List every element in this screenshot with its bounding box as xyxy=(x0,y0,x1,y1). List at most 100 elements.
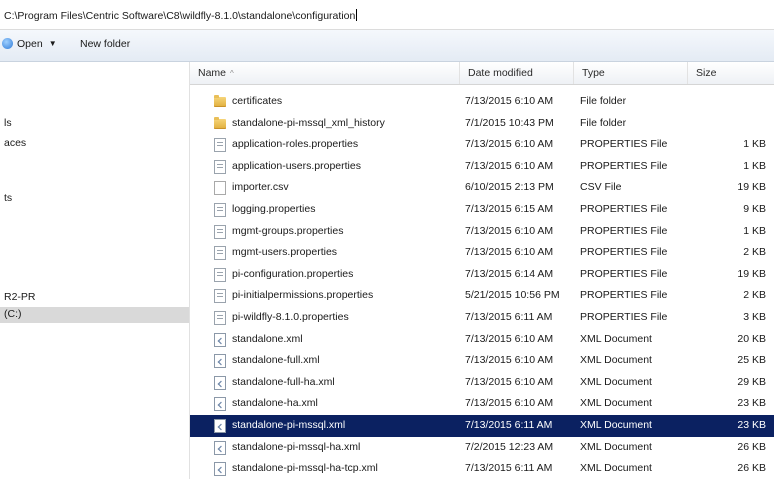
file-row[interactable]: mgmt-groups.properties 7/13/2015 6:10 AM P… xyxy=(190,221,774,243)
file-type: PROPERTIES File xyxy=(580,310,668,323)
file-date-modified: 7/13/2015 6:10 AM xyxy=(465,159,554,172)
sort-up-icon: ^ xyxy=(230,69,234,78)
file-size: 26 KB xyxy=(737,440,766,453)
file-size: 1 KB xyxy=(743,224,766,237)
file-name: standalone-ha.xml xyxy=(232,397,318,410)
file-name: standalone-pi-mssql.xml xyxy=(232,418,346,431)
chevron-down-icon[interactable]: ▼ xyxy=(49,39,57,48)
open-button[interactable]: Open ▼ xyxy=(2,38,57,50)
file-row[interactable]: standalone-pi-mssql-ha-tcp.xml 7/13/2015 … xyxy=(190,458,774,480)
file-name: mgmt-groups.properties xyxy=(232,224,344,237)
file-date-modified: 5/21/2015 10:56 PM xyxy=(465,289,560,302)
file-date-modified: 7/13/2015 6:11 AM xyxy=(465,418,553,431)
file-type: XML Document xyxy=(580,354,652,367)
nav-item-1[interactable]: ls xyxy=(4,117,12,129)
nav-item-4[interactable]: R2-PR xyxy=(4,291,36,303)
file-rows: certificates 7/13/2015 6:10 AM File folder… xyxy=(190,91,774,480)
file-date-modified: 6/10/2015 2:13 PM xyxy=(465,181,554,194)
file-row[interactable]: application-roles.properties 7/13/2015 6:… xyxy=(190,134,774,156)
column-header-type[interactable]: Type xyxy=(574,62,688,84)
file-name: standalone-full.xml xyxy=(232,354,320,367)
file-row[interactable]: logging.properties 7/13/2015 6:15 AM PROPE… xyxy=(190,199,774,221)
file-size: 25 KB xyxy=(737,354,766,367)
file-size: 19 KB xyxy=(737,181,766,194)
file-date-modified: 7/13/2015 6:15 AM xyxy=(465,202,554,215)
file-size: 9 KB xyxy=(743,202,766,215)
navigation-pane: ls aces ts R2-PR (C:) xyxy=(0,62,190,479)
file-name: application-users.properties xyxy=(232,159,361,172)
address-bar[interactable]: C:\Program Files\Centric Software\C8\wil… xyxy=(0,0,774,30)
address-path[interactable]: C:\Program Files\Centric Software\C8\wil… xyxy=(4,9,358,22)
file-name: pi-configuration.properties xyxy=(232,267,354,280)
file-date-modified: 7/13/2015 6:10 AM xyxy=(465,397,554,410)
file-date-modified: 7/13/2015 6:10 AM xyxy=(465,138,554,151)
nav-item-2[interactable]: aces xyxy=(4,137,26,149)
xml-file-icon xyxy=(214,462,226,477)
file-row[interactable]: pi-initialpermissions.properties 5/21/201… xyxy=(190,285,774,307)
column-header-name[interactable]: Name ^ xyxy=(190,62,460,84)
properties-file-icon xyxy=(214,202,226,217)
file-name: pi-initialpermissions.properties xyxy=(232,289,374,302)
file-name: mgmt-users.properties xyxy=(232,246,338,259)
xml-file-icon xyxy=(214,418,226,433)
file-type: PROPERTIES File xyxy=(580,267,668,280)
file-date-modified: 7/13/2015 6:10 AM xyxy=(465,95,554,107)
nav-item-3[interactable]: ts xyxy=(4,192,12,204)
file-date-modified: 7/13/2015 6:11 AM xyxy=(465,310,553,323)
file-type: File folder xyxy=(580,95,627,107)
new-folder-button[interactable]: New folder xyxy=(80,38,130,50)
properties-file-icon xyxy=(214,138,226,153)
file-row[interactable]: standalone-full.xml 7/13/2015 6:10 AM XML … xyxy=(190,350,774,372)
folder-icon xyxy=(214,95,226,107)
file-type: File folder xyxy=(580,116,627,129)
file-date-modified: 7/13/2015 6:10 AM xyxy=(465,224,554,237)
file-size: 23 KB xyxy=(737,397,766,410)
file-size: 19 KB xyxy=(737,267,766,280)
text-caret xyxy=(356,9,358,21)
open-icon xyxy=(2,38,13,49)
file-date-modified: 7/13/2015 6:10 AM xyxy=(465,354,554,367)
file-type: PROPERTIES File xyxy=(580,138,668,151)
file-size: 1 KB xyxy=(743,138,766,151)
file-row[interactable]: certificates 7/13/2015 6:10 AM File folder xyxy=(190,91,774,113)
file-row[interactable]: standalone-pi-mssql_xml_history 7/1/2015 … xyxy=(190,113,774,135)
file-row[interactable]: pi-configuration.properties 7/13/2015 6:1… xyxy=(190,264,774,286)
file-type: XML Document xyxy=(580,397,652,410)
file-type: PROPERTIES File xyxy=(580,289,668,302)
file-name: standalone-pi-mssql_xml_history xyxy=(232,116,385,129)
file-type: PROPERTIES File xyxy=(580,246,668,259)
properties-file-icon xyxy=(214,246,226,261)
file-size: 29 KB xyxy=(737,375,766,388)
file-name: standalone-pi-mssql-ha-tcp.xml xyxy=(232,462,378,475)
file-row[interactable]: importer.csv 6/10/2015 2:13 PM CSV File 19 … xyxy=(190,177,774,199)
nav-item-drive-c[interactable]: (C:) xyxy=(4,308,22,320)
file-row[interactable]: standalone.xml 7/13/2015 6:10 AM XML Docum… xyxy=(190,329,774,351)
file-type: PROPERTIES File xyxy=(580,202,668,215)
properties-file-icon xyxy=(214,289,226,304)
properties-file-icon xyxy=(214,159,226,174)
blank-file-icon xyxy=(214,181,226,196)
file-row[interactable]: mgmt-users.properties 7/13/2015 6:10 AM PR… xyxy=(190,242,774,264)
column-header-name-label: Name xyxy=(198,67,227,79)
file-date-modified: 7/13/2015 6:10 AM xyxy=(465,246,554,259)
file-name: certificates xyxy=(232,95,283,107)
xml-file-icon xyxy=(214,354,226,369)
file-row[interactable]: application-users.properties 7/13/2015 6:… xyxy=(190,156,774,178)
file-row[interactable]: pi-wildfly-8.1.0.properties 7/13/2015 6:1… xyxy=(190,307,774,329)
file-name: importer.csv xyxy=(232,181,289,194)
file-row[interactable]: standalone-pi-mssql-ha.xml 7/2/2015 12:23… xyxy=(190,437,774,459)
file-size: 3 KB xyxy=(743,310,766,323)
file-row[interactable]: standalone-ha.xml 7/13/2015 6:10 AM XML Do… xyxy=(190,393,774,415)
file-row[interactable]: standalone-pi-mssql.xml 7/13/2015 6:11 AM… xyxy=(190,414,774,437)
file-type: XML Document xyxy=(580,440,652,453)
file-date-modified: 7/13/2015 6:14 AM xyxy=(465,267,554,280)
properties-file-icon xyxy=(214,267,226,282)
file-size: 2 KB xyxy=(743,246,766,259)
address-path-text: C:\Program Files\Centric Software\C8\wil… xyxy=(4,10,356,22)
column-header-row: Name ^ Date modified Type Size xyxy=(190,62,774,85)
file-size: 2 KB xyxy=(743,289,766,302)
properties-file-icon xyxy=(214,310,226,325)
column-header-size[interactable]: Size xyxy=(688,62,774,84)
column-header-date[interactable]: Date modified xyxy=(460,62,574,84)
file-row[interactable]: standalone-full-ha.xml 7/13/2015 6:10 AM X… xyxy=(190,372,774,394)
